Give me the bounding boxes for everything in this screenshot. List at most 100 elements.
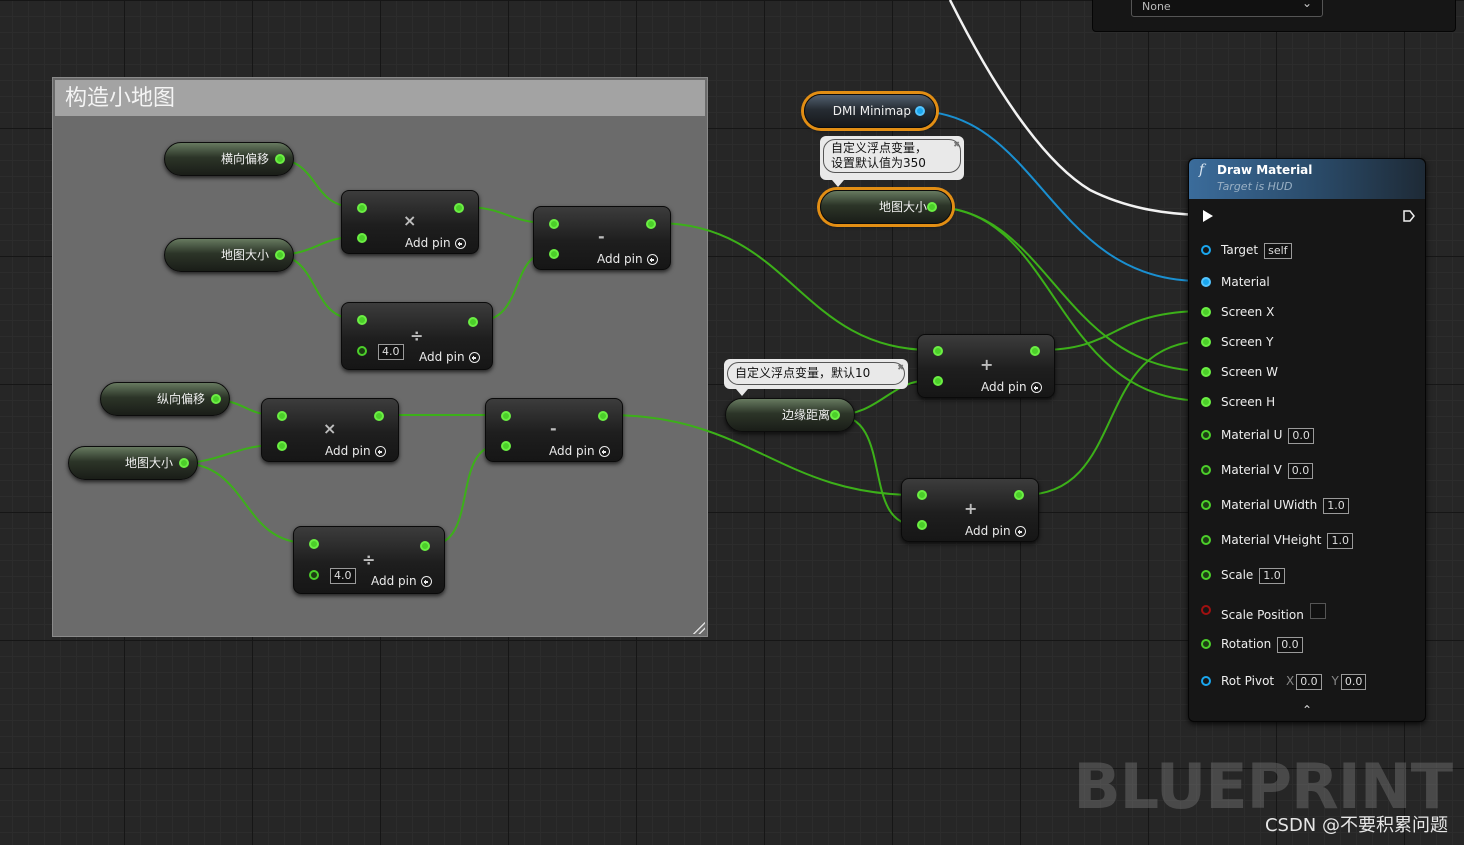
- add-pin-button[interactable]: Add pin: [325, 444, 386, 458]
- scale-pin[interactable]: [1201, 570, 1211, 580]
- target-value[interactable]: self: [1264, 243, 1292, 259]
- add-pin-button[interactable]: Add pin: [597, 252, 658, 266]
- material-pin[interactable]: [1201, 277, 1211, 287]
- add-node-1[interactable]: + Add pin: [917, 334, 1055, 398]
- float-out-pin[interactable]: [646, 219, 656, 229]
- material-v-value[interactable]: 0.0: [1287, 463, 1314, 479]
- pin-icon[interactable]: ✖: [953, 140, 960, 149]
- float-out-pin[interactable]: [275, 154, 285, 164]
- add-pin-label: Add pin: [405, 236, 451, 250]
- subtract-node-1[interactable]: - Add pin: [533, 206, 671, 270]
- float-in-pin-b[interactable]: [917, 520, 927, 530]
- add-pin-button[interactable]: Add pin: [965, 524, 1026, 538]
- var-horizontal-offset[interactable]: 横向偏移: [164, 142, 294, 176]
- exec-out-pin[interactable]: [1403, 210, 1415, 222]
- divide-node-2[interactable]: 4.0 ÷ Add pin: [293, 526, 445, 594]
- rot-pivot-pin[interactable]: [1201, 676, 1211, 686]
- float-in-pin-b[interactable]: [501, 441, 511, 451]
- screen-y-pin[interactable]: [1201, 337, 1211, 347]
- float-in-pin-b[interactable]: [309, 570, 319, 580]
- var-edge-distance[interactable]: 边缘距离: [725, 398, 855, 432]
- wire-add1-screenx[interactable]: [1039, 310, 1207, 351]
- comment-title[interactable]: 构造小地图: [55, 80, 705, 116]
- float-in-pin-b[interactable]: [277, 441, 287, 451]
- target-pin[interactable]: [1201, 245, 1211, 255]
- float-out-pin[interactable]: [179, 458, 189, 468]
- add-pin-button[interactable]: Add pin: [549, 444, 610, 458]
- float-out-pin[interactable]: [598, 411, 608, 421]
- float-in-pin-a[interactable]: [917, 490, 927, 500]
- rot-pivot-x-value[interactable]: 0.0: [1296, 674, 1322, 690]
- float-out-pin[interactable]: [374, 411, 384, 421]
- var-map-size-1[interactable]: 地图大小: [164, 238, 294, 272]
- material-u-value[interactable]: 0.0: [1288, 428, 1314, 444]
- screen-x-pin[interactable]: [1201, 307, 1211, 317]
- float-out-pin[interactable]: [211, 394, 221, 404]
- float-in-pin-b[interactable]: [357, 233, 367, 243]
- comment-bubble-edge-distance[interactable]: 自定义浮点变量，默认10 ✖: [724, 359, 908, 396]
- collapse-chevron-up-icon[interactable]: ⌃: [1302, 703, 1312, 717]
- float-in-pin-a[interactable]: [501, 411, 511, 421]
- add-pin-button[interactable]: Add pin: [981, 380, 1042, 394]
- material-uwidth-value[interactable]: 1.0: [1323, 498, 1349, 514]
- exec-wire[interactable]: [948, 0, 1201, 217]
- pin-icon[interactable]: ✖: [897, 363, 904, 372]
- float-out-pin[interactable]: [454, 203, 464, 213]
- float-in-pin-a[interactable]: [933, 346, 943, 356]
- float-out-pin[interactable]: [1014, 490, 1024, 500]
- float-out-pin[interactable]: [275, 250, 285, 260]
- float-in-pin-a[interactable]: [277, 411, 287, 421]
- resize-grip-icon[interactable]: [693, 622, 705, 634]
- scale-position-checkbox[interactable]: [1309, 603, 1326, 619]
- add-pin-button[interactable]: Add pin: [405, 236, 466, 250]
- float-out-pin[interactable]: [830, 410, 840, 420]
- plus-circle-icon: [468, 352, 480, 363]
- multiply-node-1[interactable]: × Add pin: [341, 190, 479, 254]
- scale-value[interactable]: 1.0: [1259, 568, 1285, 584]
- float-out-pin[interactable]: [1030, 346, 1040, 356]
- float-in-pin-b[interactable]: [357, 346, 367, 356]
- material-u-pin[interactable]: [1201, 430, 1211, 440]
- divisor-input[interactable]: 4.0: [330, 568, 356, 584]
- screen-h-pin[interactable]: [1201, 397, 1211, 407]
- float-out-pin[interactable]: [420, 541, 430, 551]
- float-in-pin-a[interactable]: [549, 219, 559, 229]
- material-vheight-pin[interactable]: [1201, 535, 1211, 545]
- float-in-pin-b[interactable]: [933, 376, 943, 386]
- exec-in-pin[interactable]: [1203, 210, 1213, 222]
- scale-position-pin[interactable]: [1201, 605, 1211, 615]
- var-map-size-2[interactable]: 地图大小: [68, 446, 198, 480]
- float-in-pin-a[interactable]: [309, 539, 319, 549]
- var-dmi-minimap[interactable]: DMI Minimap: [804, 94, 936, 128]
- draw-material-header[interactable]: f Draw Material Target is HUD: [1189, 159, 1425, 199]
- rotation-value[interactable]: 0.0: [1277, 637, 1303, 653]
- top-node-dropdown[interactable]: None ⌄: [1131, 0, 1323, 17]
- rot-pivot-y-value[interactable]: 0.0: [1340, 674, 1367, 690]
- float-out-pin[interactable]: [927, 202, 937, 212]
- divisor-input[interactable]: 4.0: [378, 344, 404, 360]
- multiply-icon: ×: [323, 419, 337, 438]
- material-uwidth-pin[interactable]: [1201, 500, 1211, 510]
- subtract-node-2[interactable]: - Add pin: [485, 398, 623, 462]
- float-in-pin-a[interactable]: [357, 315, 367, 325]
- var-map-size-3[interactable]: 地图大小: [820, 190, 952, 224]
- float-in-pin-b[interactable]: [549, 249, 559, 259]
- multiply-node-2[interactable]: × Add pin: [261, 398, 399, 462]
- rotation-pin[interactable]: [1201, 639, 1211, 649]
- float-in-pin-a[interactable]: [357, 203, 367, 213]
- screen-w-pin[interactable]: [1201, 367, 1211, 377]
- divide-node-1[interactable]: 4.0 ÷ Add pin: [341, 302, 493, 370]
- add-pin-label: Add pin: [371, 574, 417, 588]
- add-pin-button[interactable]: Add pin: [419, 350, 480, 364]
- comment-bubble-map-size[interactable]: 自定义浮点变量， 设置默认值为350 ✖: [820, 136, 964, 187]
- object-out-pin[interactable]: [915, 106, 925, 116]
- material-v-label: Material V: [1221, 463, 1282, 477]
- float-out-pin[interactable]: [468, 317, 478, 327]
- material-vheight-value[interactable]: 1.0: [1327, 533, 1353, 549]
- material-v-pin[interactable]: [1201, 465, 1211, 475]
- add-node-2[interactable]: + Add pin: [901, 478, 1039, 542]
- draw-material-node[interactable]: f Draw Material Target is HUD Target self…: [1188, 158, 1426, 722]
- screen-h-label: Screen H: [1221, 395, 1276, 409]
- var-vertical-offset[interactable]: 纵向偏移: [100, 382, 230, 416]
- add-pin-button[interactable]: Add pin: [371, 574, 432, 588]
